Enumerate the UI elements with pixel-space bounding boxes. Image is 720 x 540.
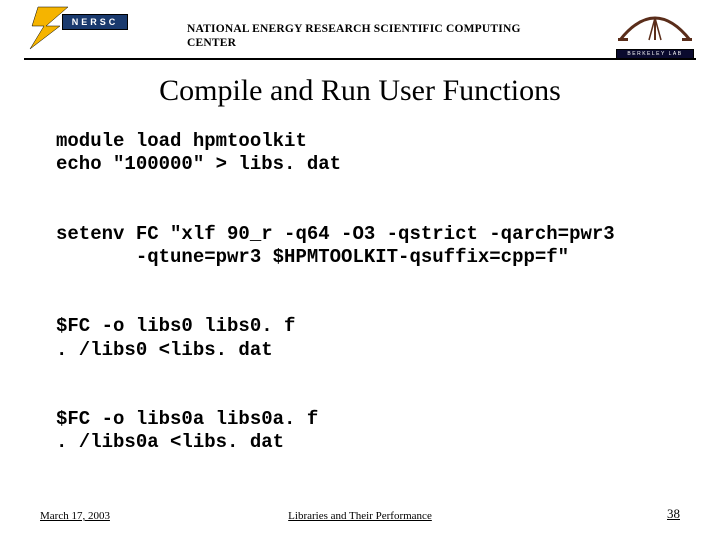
- org-line-2: CENTER: [187, 37, 236, 49]
- nersc-logo: NERSC: [28, 8, 130, 48]
- slide: NERSC NATIONAL ENERGY RESEARCH SCIENTIFI…: [0, 0, 720, 540]
- org-name: NATIONAL ENERGY RESEARCH SCIENTIFIC COMP…: [187, 22, 521, 51]
- header: NERSC NATIONAL ENERGY RESEARCH SCIENTIFI…: [0, 0, 720, 60]
- header-divider: [24, 58, 696, 60]
- lightning-icon: [28, 6, 78, 50]
- footer: March 17, 2003 Libraries and Their Perfo…: [0, 502, 720, 522]
- code-block: module load hpmtoolkit echo "100000" > l…: [56, 130, 664, 454]
- berkeley-lab-logo: BERKELEY LAB: [616, 8, 694, 56]
- footer-caption: Libraries and Their Performance: [0, 510, 720, 522]
- page-number: 38: [667, 506, 680, 522]
- org-line-1: NATIONAL ENERGY RESEARCH SCIENTIFIC COMP…: [187, 23, 521, 35]
- slide-title: Compile and Run User Functions: [0, 74, 720, 108]
- lab-arch-icon: [616, 8, 694, 42]
